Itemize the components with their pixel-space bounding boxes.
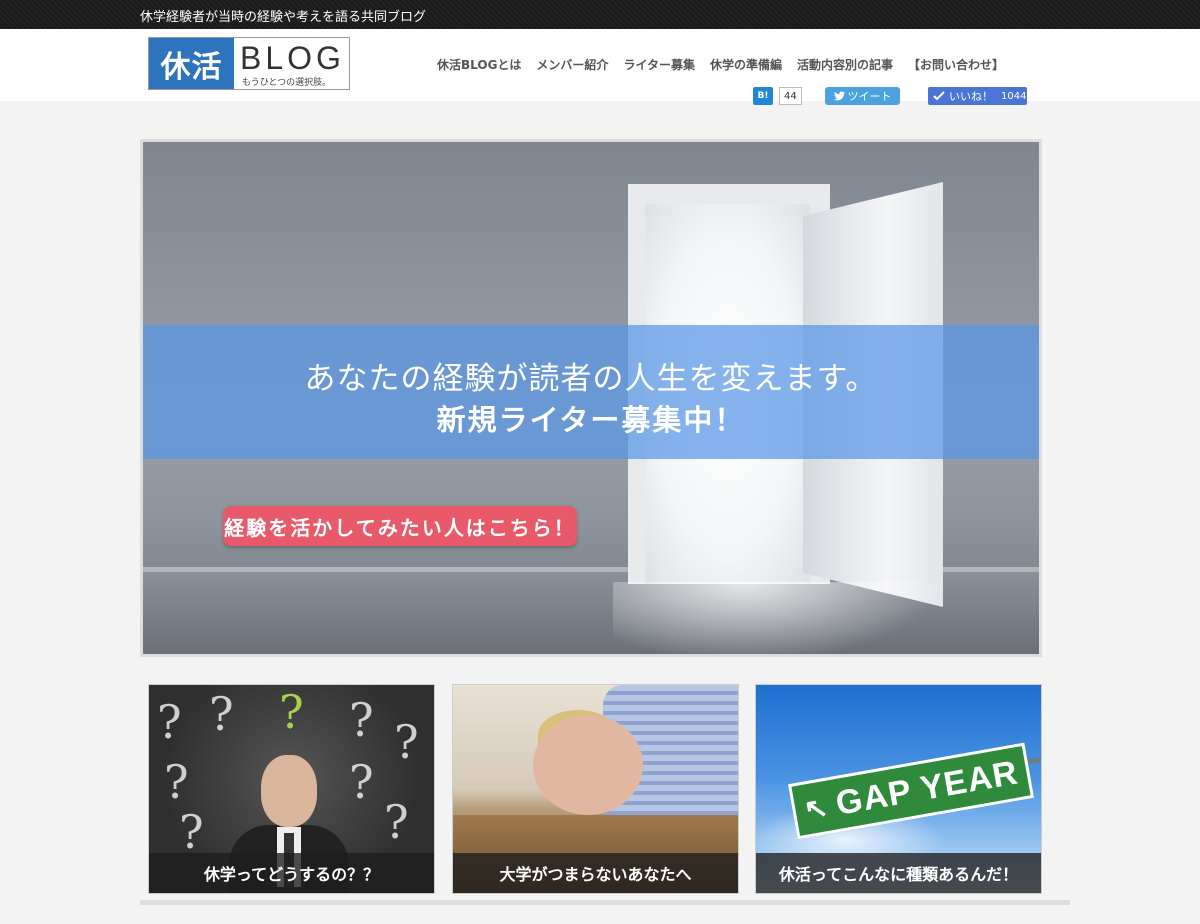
- nav-item-members[interactable]: メンバー紹介: [536, 56, 608, 73]
- site-header: 休活 BLOG もうひとつの選択肢。 休活BLOGとは メンバー紹介 ライター募…: [0, 29, 1200, 105]
- question-mark: ?: [384, 795, 409, 849]
- featured-cards: ? ? ? ? ? ? ? ? ? 休学ってどうするの？？ 大学がつまらないあな…: [148, 684, 1042, 894]
- logo-jp: 休活: [149, 38, 234, 89]
- question-mark: ?: [349, 693, 374, 747]
- question-mark-green: ?: [279, 685, 304, 739]
- content-divider: [140, 900, 1070, 905]
- hatena-icon: B!: [753, 87, 773, 105]
- main-nav: 休活BLOGとは メンバー紹介 ライター募集 休学の準備編 活動内容別の記事 【…: [437, 56, 1019, 73]
- hero-headline: あなたの経験が読者の人生を変えます。: [304, 361, 878, 397]
- nav-item-writer-recruit[interactable]: ライター募集: [623, 56, 695, 73]
- nav-item-contact[interactable]: 【お問い合わせ】: [908, 56, 1004, 73]
- top-bar: 休学経験者が当時の経験や考えを語る共同ブログ: [0, 0, 1200, 29]
- question-mark: ?: [209, 687, 234, 741]
- hero-banner[interactable]: あなたの経験が読者の人生を変えます。 新規ライター募集中！ 経験を活かしてみたい…: [140, 139, 1042, 657]
- nav-item-preparation[interactable]: 休学の準備編: [710, 56, 782, 73]
- question-mark: ?: [157, 695, 182, 749]
- nav-item-about[interactable]: 休活BLOGとは: [437, 56, 521, 73]
- logo-blog-text: BLOG: [240, 40, 345, 76]
- hatena-bookmark-button[interactable]: B! 44: [753, 87, 802, 105]
- card-types-of-gap-year[interactable]: ↖ GAP YEAR 休活ってこんなに種類あるんだ！: [755, 684, 1042, 894]
- question-mark: ?: [349, 755, 374, 809]
- floor-light: [613, 582, 943, 654]
- hatena-count: 44: [779, 87, 802, 105]
- card-caption: 大学がつまらないあなたへ: [453, 853, 738, 893]
- like-label: いいね！: [949, 90, 993, 103]
- question-mark: ?: [179, 805, 204, 859]
- card-caption: 休学ってどうするの？？: [149, 853, 434, 893]
- site-description: 休学経験者が当時の経験や考えを語る共同ブログ: [140, 10, 427, 25]
- tweet-button[interactable]: ツイート: [825, 87, 900, 105]
- like-count: 1044: [1001, 90, 1027, 102]
- twitter-bird-icon: [833, 91, 845, 101]
- site-logo[interactable]: 休活 BLOG もうひとつの選択肢。: [148, 37, 350, 90]
- tweet-label: ツイート: [847, 90, 892, 103]
- logo-tagline: もうひとつの選択肢。: [242, 78, 332, 88]
- card-caption: 休活ってこんなに種類あるんだ！: [756, 853, 1041, 893]
- question-mark: ?: [394, 715, 419, 769]
- card-how-to-take-leave[interactable]: ? ? ? ? ? ? ? ? ? 休学ってどうするの？？: [148, 684, 435, 894]
- gap-year-sign-text: GAP YEAR: [832, 752, 1021, 823]
- question-mark: ?: [164, 755, 189, 809]
- hero-cta-button[interactable]: 経験を活かしてみたい人はこちら！: [223, 506, 577, 546]
- man-looking-up: [229, 755, 349, 893]
- facebook-like-button[interactable]: いいね！ 1044: [928, 87, 1027, 105]
- nav-item-articles-by-activity[interactable]: 活動内容別の記事: [797, 56, 893, 73]
- check-icon: [933, 91, 945, 101]
- hero-subheadline: 新規ライター募集中！: [436, 403, 746, 437]
- card-bored-at-university[interactable]: 大学がつまらないあなたへ: [452, 684, 739, 894]
